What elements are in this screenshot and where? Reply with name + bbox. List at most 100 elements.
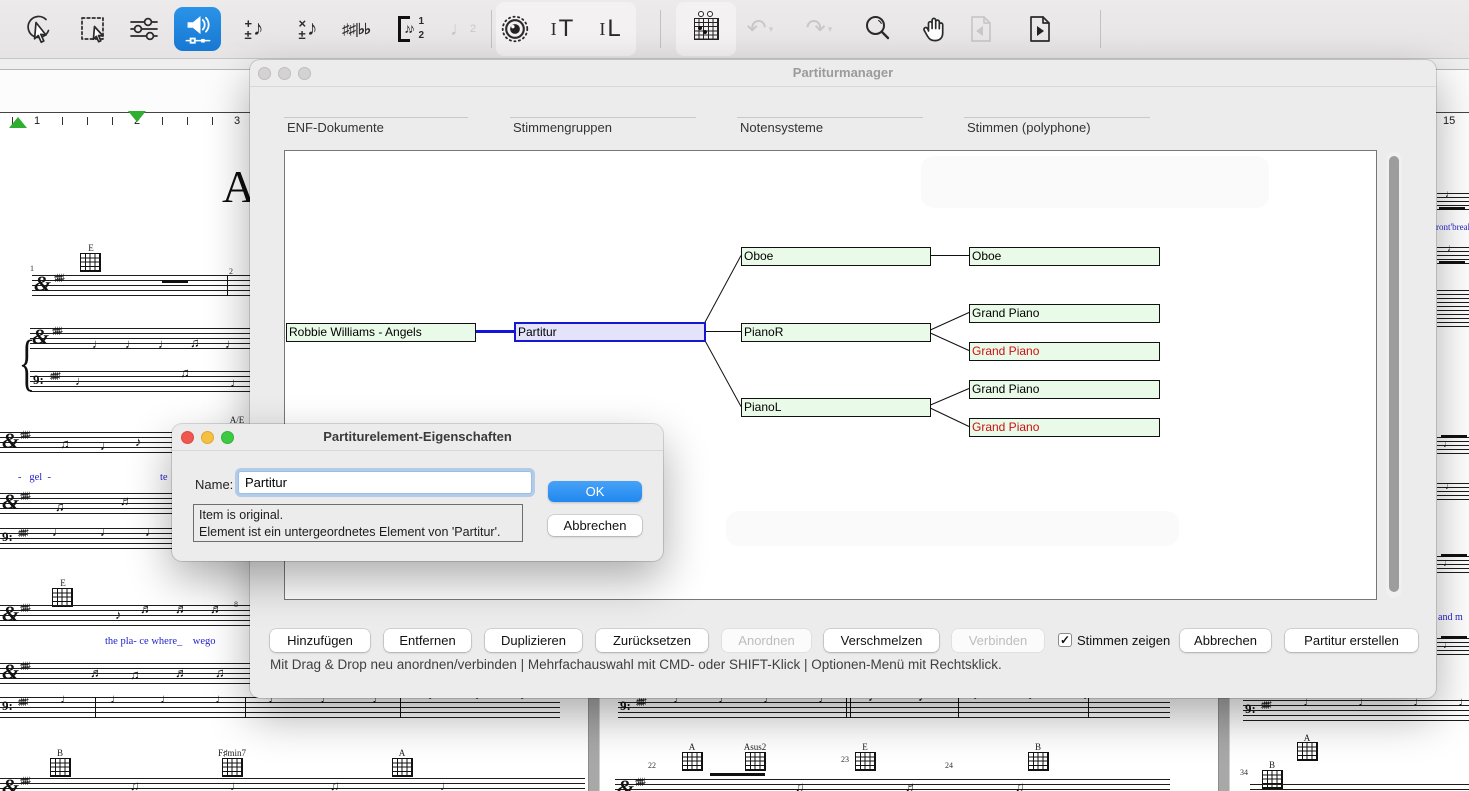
tree-node-voice-grand-piano-2[interactable]: Grand Piano [969,342,1160,361]
ruler-tick [112,117,113,125]
verbinden-button[interactable]: Verbinden [952,629,1044,652]
undo-button[interactable]: ↶▾ [741,9,779,49]
ok-button[interactable]: OK [548,481,642,502]
lyric-line: - gel - [18,472,51,483]
beam [1441,636,1467,639]
info-line: Item is original. [199,507,522,524]
accidentals-tool-button[interactable]: ♯♯|♭♭ [337,9,375,49]
entfernen-button[interactable]: Entfernen [384,629,471,652]
zuruecksetzen-button[interactable]: Zurücksetzen [596,629,708,652]
ruler-marker-left[interactable] [9,117,27,128]
staff: & ♯♯♯♯ ♩ ♩ ♩ ♫ ♩ [30,328,250,349]
check-icon: ✓ [1060,633,1070,647]
lyrics-tool-button[interactable]: I L [591,9,629,49]
marquee-select-tool-button[interactable] [75,9,113,49]
chord-label: F♯min7 [218,748,246,758]
tree-scrollbar[interactable] [1386,152,1402,598]
chord-label: E [862,742,868,752]
barline [846,697,847,718]
staff: 9: ♯♯♯♯ ♩ ♩ ♩ ♩ ♩ ♩ ♩ ♩ ♩ ♩ [0,697,560,718]
view-tool-button[interactable] [496,9,534,49]
hinzufuegen-button[interactable]: Hinzufügen [270,629,370,652]
stimmen-zeigen-checkbox[interactable]: ✓ [1058,633,1072,647]
duration-tool-button[interactable]: ♩ 2 [444,9,482,49]
bass-clef: 9: [2,530,13,543]
ruler-tick [162,117,163,125]
note: ♩ [100,524,113,539]
mixer-icon [127,12,161,46]
bass-clef: 9: [1245,702,1256,715]
pointer-tool-button[interactable] [19,9,57,49]
redo-button[interactable]: ↷▾ [800,9,838,49]
chord-label: A [399,748,406,758]
tree-node-document[interactable]: Robbie Williams - Angels [286,323,476,342]
playback-tool-button[interactable] [174,7,221,51]
tree-node-voice-grand-piano-3[interactable]: Grand Piano [969,380,1160,399]
ruler-marker-position[interactable] [128,111,146,122]
ruler-number: 3 [234,115,240,127]
barline [400,697,401,718]
note: ♩ [100,438,113,453]
tree-node-voice-grand-piano-4[interactable]: Grand Piano [969,418,1160,437]
key-signature: ♯♯♯♯ [20,776,28,787]
name-input[interactable]: Partitur [238,471,532,494]
voices-tool-button[interactable]: ♪♪ 1 2 [391,9,429,49]
mixer-tool-button[interactable] [125,9,163,49]
note: ♫ [795,779,805,791]
treble-clef: & [2,491,19,513]
bass-clef: 9: [33,373,44,386]
chevron-down-icon: ▾ [828,24,833,35]
tree-node-system-pianor[interactable]: PianoR [741,323,931,342]
page-back-button[interactable] [962,9,1000,49]
redo-icon: ↷ [806,17,826,41]
add-note-tool-button[interactable]: +± ♪ [235,9,273,49]
text-tool-button[interactable]: I IT T [543,9,581,49]
page-forward-button[interactable] [1021,9,1059,49]
delete-note-tool-button[interactable]: ×± ♪ [289,9,327,49]
note: ♪ [135,434,142,449]
column-rule [964,117,1150,118]
properties-titlebar[interactable]: Partiturelement-Eigenschaften [172,424,663,451]
chord-grid-icon [694,18,719,40]
bass-clef: 9: [2,699,13,712]
key-signature: ♯♯♯♯ [54,273,62,284]
tree-node-voice-oboe[interactable]: Oboe [969,247,1160,266]
treble-clef: & [32,326,49,348]
scrollbar-thumb[interactable] [1389,156,1399,592]
column-header-enf-dokumente: ENF-Dokumente [287,120,384,135]
partitur-erstellen-button[interactable]: Partitur erstellen [1285,629,1418,652]
note: ♩ [160,691,173,706]
note: ♫ [55,499,65,514]
chord-grid-tool-button[interactable] [687,9,725,49]
verschmelzen-button[interactable]: Verschmelzen [824,629,939,652]
pointer-icon [21,12,55,46]
abbrechen-button[interactable]: Abbrechen [1180,629,1271,652]
staff [1250,784,1469,791]
measure-number: 23 [841,755,849,764]
cancel-button[interactable]: Abbrechen [548,515,642,536]
tree-node-voice-grand-piano-1[interactable]: Grand Piano [969,304,1160,323]
hand-tool-button[interactable] [915,9,953,49]
anordnen-button[interactable]: Anordnen [722,629,811,652]
note: ♬ [120,493,133,508]
bass-clef: 9: [620,699,631,712]
tree-node-score-group-selected[interactable]: Partitur [514,322,706,342]
staff: 9: ♯♯♯♯ ♩ ♩ ♩ ♩ ♩ ♩ ♩ ♩ ♩ ♩ [618,697,1170,718]
treble-clef: & [617,777,634,791]
score-manager-titlebar[interactable]: Partiturmanager [250,60,1436,87]
column-rule [284,117,468,118]
stimmen-zeigen-label[interactable]: Stimmen zeigen [1077,633,1170,648]
chord-label: B [1035,742,1041,752]
tree-node-system-pianol[interactable]: PianoL [741,398,931,417]
staff: & ♯♯♯♯ ♫ ♩ ♫ ♩ [0,778,585,791]
note: ♩ [52,524,65,539]
tree-node-system-oboe[interactable]: Oboe [741,247,931,266]
ruler-tick [87,117,88,125]
zoom-tool-button[interactable] [859,9,897,49]
properties-dialog: Partiturelement-Eigenschaften Name: Part… [172,424,663,561]
barline [850,697,851,718]
key-signature: ♯♯♯♯ [18,528,26,539]
duplizieren-button[interactable]: Duplizieren [485,629,582,652]
chord-label: B [57,748,63,758]
note: ♫ [330,778,340,791]
